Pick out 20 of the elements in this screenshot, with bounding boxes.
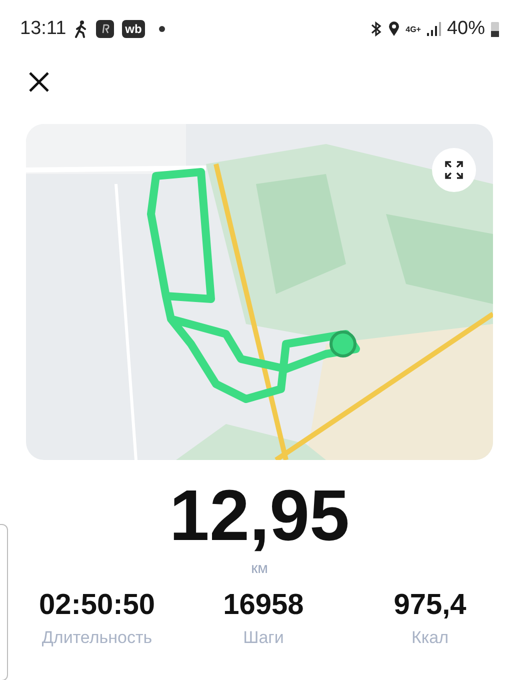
stat-value: 02:50:50 <box>38 589 156 622</box>
stat-value: 975,4 <box>394 589 466 622</box>
stat-label: Длительность <box>42 628 152 648</box>
battery-icon <box>491 22 499 36</box>
walking-person-icon <box>74 20 88 38</box>
bluetooth-icon <box>370 21 382 37</box>
stat-value: 16958 <box>223 589 304 622</box>
stat-label: Шаги <box>243 628 284 648</box>
notification-dot-icon <box>158 26 165 32</box>
signal-icon <box>426 22 441 36</box>
distance-value: 12,95 <box>168 475 351 558</box>
battery-percent: 40% <box>446 18 485 40</box>
app-icon <box>96 20 114 38</box>
stat-label: Ккал <box>411 628 449 648</box>
status-time: 13:11 <box>20 18 66 40</box>
distance-unit: км <box>250 560 269 577</box>
location-pin-icon <box>388 21 400 37</box>
app-badge: wb <box>122 20 145 38</box>
network-type: 4G+ <box>406 24 421 34</box>
expand-icon <box>444 160 464 180</box>
